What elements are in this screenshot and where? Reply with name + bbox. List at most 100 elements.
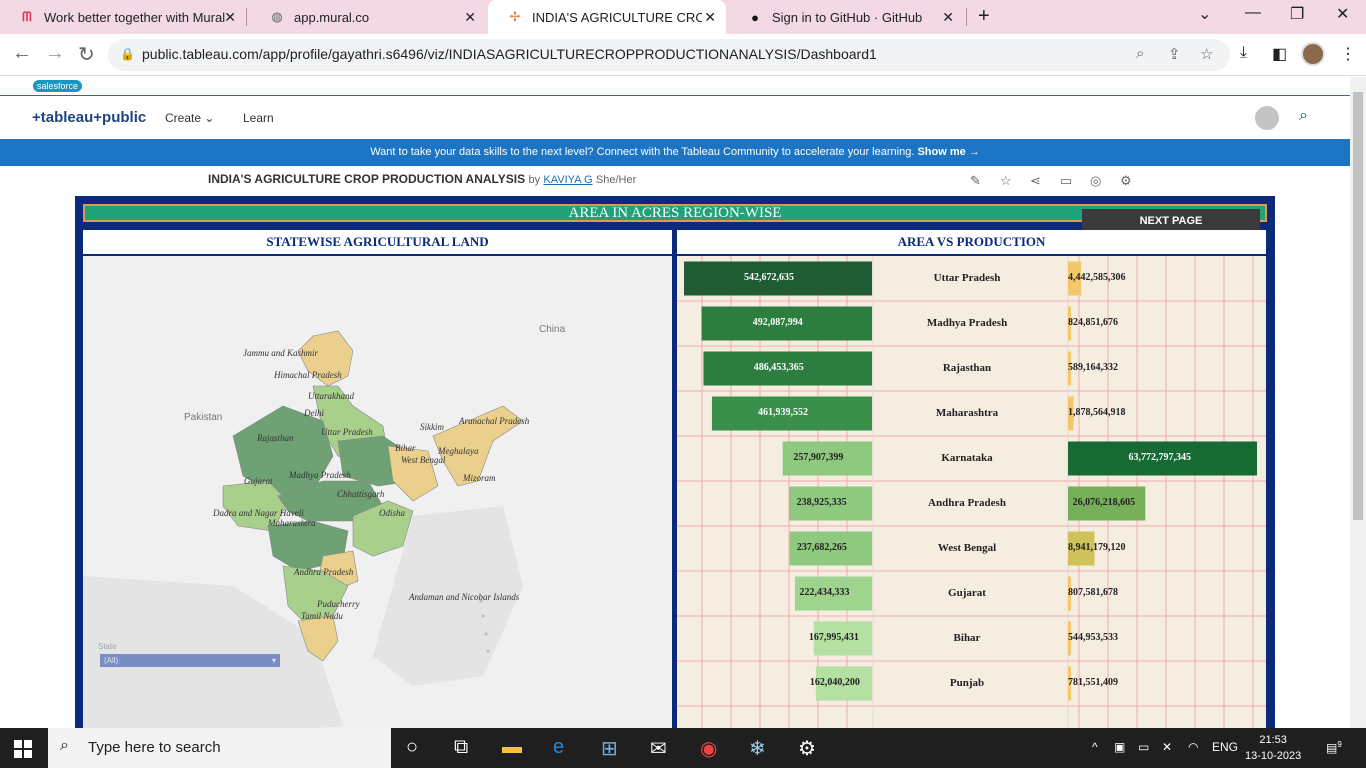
area-value-label: 492,087,994 [752,316,803,328]
wifi-icon[interactable]: ◠ [1188,740,1198,754]
favorite-star-icon[interactable]: ☆ [1000,173,1012,189]
tab-title: app.mural.co [294,9,370,25]
state-filter-dropdown[interactable]: (All) ▾ [100,654,280,667]
close-icon[interactable]: ✕ [224,9,236,26]
store-icon[interactable]: ⊞ [601,736,618,761]
windows-start-icon[interactable] [14,740,32,758]
area-vs-production-chart[interactable]: 542,672,635 Uttar Pradesh 4,442,585,306 492… [677,256,1266,728]
notification-count: 9 [1337,740,1342,749]
production-value-label: 807,581,678 [1068,586,1118,598]
user-icon[interactable]: ◎ [1090,173,1101,189]
tab-divider [966,8,967,26]
taskbar-search-box[interactable]: ⌕ Type here to search [48,728,391,768]
user-avatar-icon[interactable] [1255,106,1279,130]
production-value-label: 824,851,676 [1068,316,1118,328]
state-label: Jammu and Kashmir [243,348,319,358]
browser-tab-tableau[interactable]: ✢ INDIA'S AGRICULTURE CROP PR ✕ [488,0,726,34]
state-label: Gujarat [244,476,273,486]
forward-arrow-icon[interactable]: → [45,42,65,65]
language-indicator[interactable]: ENG [1212,740,1238,754]
viz-author-link[interactable]: KAVIYA G [543,174,592,186]
clock-time: 21:53 [1259,734,1287,746]
area-value-label: 222,434,333 [799,586,850,598]
windows-taskbar: ⌕ Type here to search ○ ⧉ ▬ e ⊞ ✉ ◉ ❄ ⚙ … [0,728,1366,768]
side-panel-icon[interactable]: ◧ [1272,44,1287,64]
state-label: Uttarakhand [308,391,354,401]
close-icon[interactable]: ✕ [942,9,954,26]
volume-muted-icon[interactable]: ✕ [1162,740,1172,754]
tab-search-chevron-icon[interactable]: ⌄ [1198,4,1211,24]
system-clock[interactable]: 21:53 13-10-2023 [1245,732,1301,764]
share-icon[interactable]: ⇪ [1168,45,1181,63]
area-value-label: 162,040,200 [809,676,860,688]
browser-tab-app-mural[interactable]: ◍ app.mural.co ✕ [250,0,486,34]
tableau-header: +tableau+public Create ⌄ Learn ⌕ [0,97,1350,139]
profile-avatar[interactable] [1301,42,1325,66]
share-icon[interactable]: ⋖ [1030,173,1041,189]
state-name-label: Karnataka [941,451,993,464]
tableau-public-logo[interactable]: +tableau+public [32,109,146,126]
tab-strip: ᗰ Work better together with Mural ✕ ◍ ap… [0,0,1366,34]
state-name-label: Andhra Pradesh [928,496,1006,509]
nav-learn[interactable]: Learn [243,111,274,125]
bookmark-star-icon[interactable]: ☆ [1200,45,1213,63]
state-label: Maharashtra [268,518,316,528]
tab-title: Work better together with Mural [44,9,226,25]
area-value-label: 257,907,399 [793,451,844,463]
search-icon[interactable]: ⌕ [1299,107,1308,125]
task-view-icon[interactable]: ⧉ [454,736,468,759]
show-me-link[interactable]: Show me → [917,146,979,158]
state-name-label: West Bengal [937,541,997,554]
lock-icon: 🔒 [120,47,135,61]
globe-icon: ◍ [271,9,283,24]
state-filter-value: (All) [104,656,119,665]
edit-icon[interactable]: ✎ [970,173,981,189]
chrome-icon[interactable]: ◉ [700,736,717,761]
area-value-label: 486,453,365 [753,361,804,373]
browser-tab-github[interactable]: ● Sign in to GitHub · GitHub ✕ [728,0,964,34]
state-name-label: Madhya Pradesh [926,316,1008,329]
browser-tab-mural[interactable]: ᗰ Work better together with Mural ✕ [0,0,246,34]
area-value-label: 167,995,431 [808,631,859,643]
banner-text: Want to take your data skills to the nex… [370,146,915,158]
menu-kebab-icon[interactable]: ⋮ [1340,44,1356,64]
restore-icon[interactable]: ❐ [1290,4,1304,24]
mural-icon: ᗰ [22,9,32,24]
salesforce-logo[interactable]: salesforce [33,80,83,92]
scrollbar-thumb[interactable] [1353,92,1363,520]
minimize-icon[interactable]: — [1245,4,1261,22]
chevron-up-icon[interactable]: ^ [1092,740,1098,754]
salesforce-label: salesforce [37,81,79,91]
back-arrow-icon[interactable]: ← [12,42,32,65]
mail-icon[interactable]: ✉ [650,736,667,761]
notifications-icon[interactable]: ▤9 [1326,740,1342,755]
download-icon[interactable]: ⤓ [1240,44,1247,62]
state-label: Sikkim [420,422,444,432]
zoom-search-icon[interactable]: ⌕ [1136,45,1144,62]
file-explorer-icon[interactable]: ▬ [502,736,522,759]
new-tab-plus-icon[interactable]: + [978,5,990,28]
close-icon[interactable]: ✕ [704,9,716,26]
cortana-icon[interactable]: ○ [406,736,418,759]
india-state-map[interactable]: China Pakistan Jammu and Kashmir Himacha… [83,256,672,728]
settings-gear-icon[interactable]: ⚙ [1120,173,1132,189]
state-label: Rajasthan [257,433,294,443]
page-scrollbar[interactable] [1350,77,1366,728]
web-page: salesforce +tableau+public Create ⌄ Lear… [0,77,1350,728]
state-name-label: Maharashtra [935,406,999,419]
reload-icon[interactable]: ↻ [78,42,95,67]
battery-icon[interactable]: ▭ [1138,740,1149,754]
nav-create[interactable]: Create ⌄ [165,111,214,125]
address-bar[interactable]: 🔒 public.tableau.com/app/profile/gayathr… [108,39,1230,71]
clock-date: 13-10-2023 [1245,750,1302,762]
window-close-icon[interactable]: ✕ [1336,4,1349,24]
snipping-tool-icon[interactable]: ❄ [749,736,766,761]
close-icon[interactable]: ✕ [464,9,476,26]
state-label: Arunachal Pradesh [459,416,530,426]
meet-now-icon[interactable]: ▣ [1114,740,1125,754]
state-name-label: Rajasthan [942,361,992,374]
comment-icon[interactable]: ▭ [1060,173,1072,189]
url-text[interactable]: public.tableau.com/app/profile/gayathri.… [142,46,877,62]
edge-icon[interactable]: e [553,736,564,759]
settings-gear-icon[interactable]: ⚙ [798,736,816,761]
